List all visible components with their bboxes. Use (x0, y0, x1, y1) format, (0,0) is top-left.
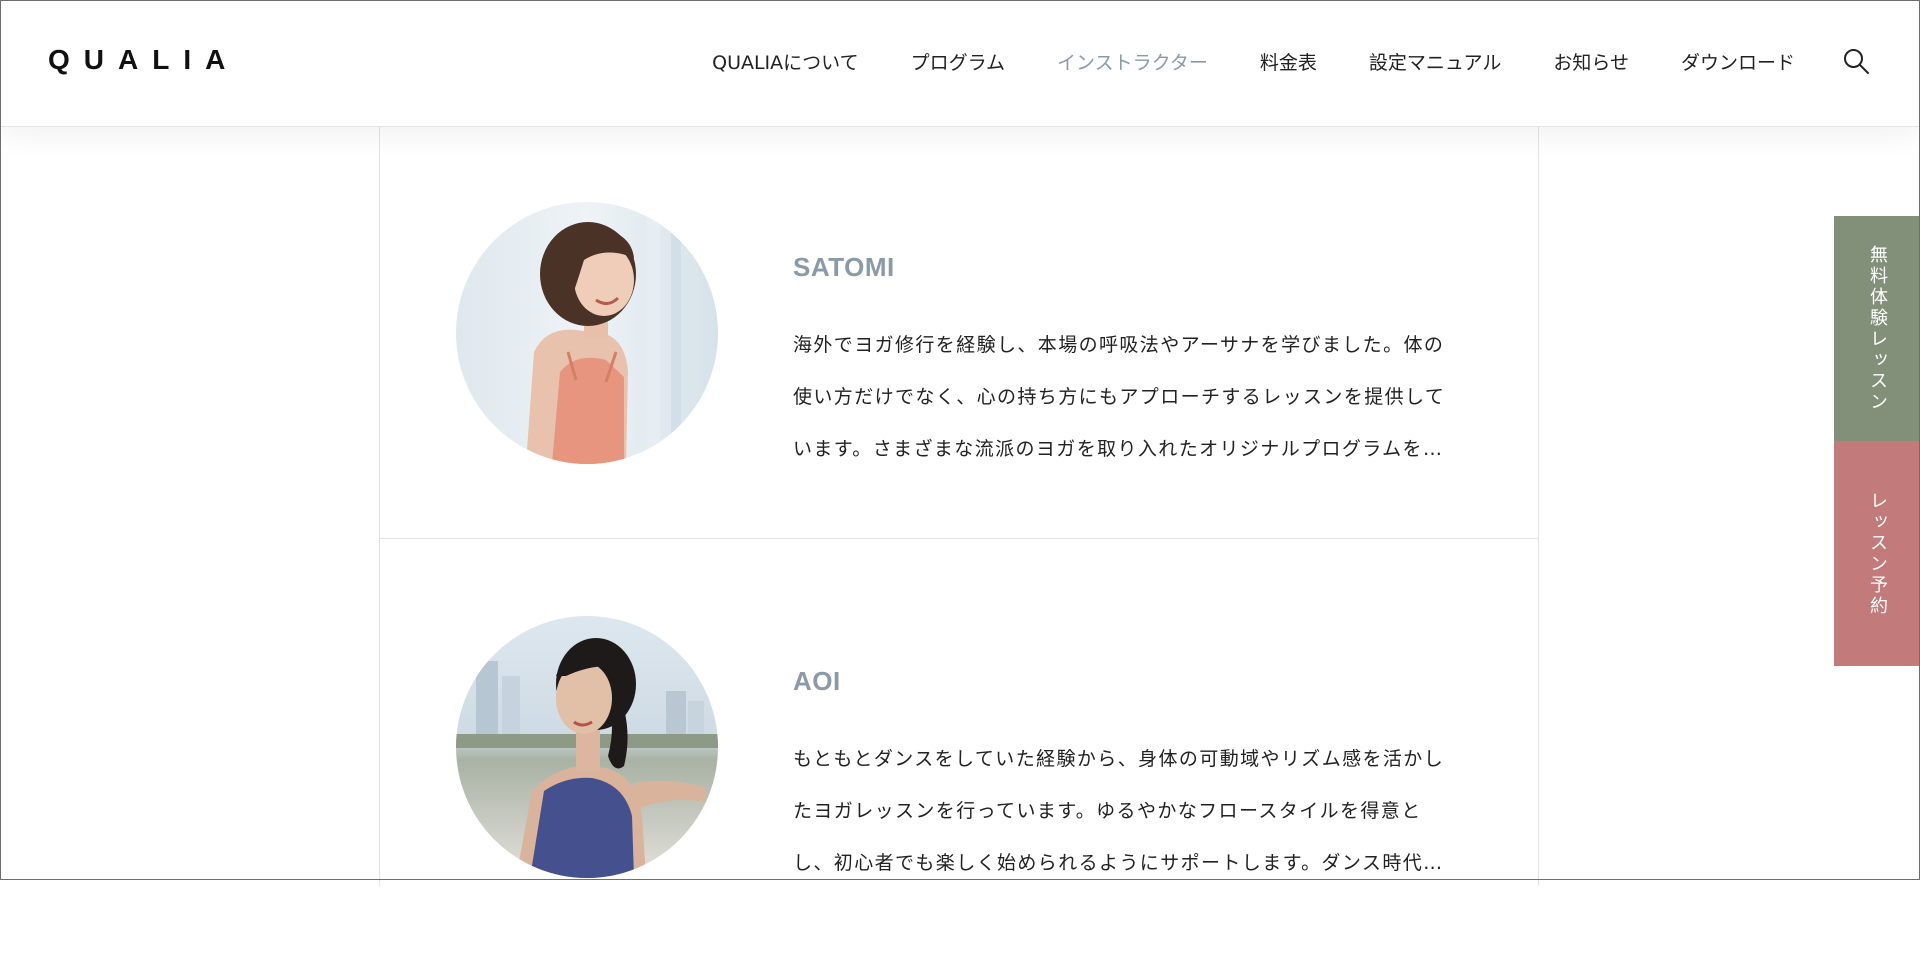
instructor-name: SATOMI (793, 251, 895, 282)
instructor-photo (456, 202, 718, 464)
nav-item-news[interactable]: お知らせ (1553, 48, 1629, 75)
main-nav: QUALIAについて プログラム インストラクター 料金表 設定マニュアル お知… (712, 48, 1795, 75)
free-trial-lesson-tab[interactable]: 無料体験レッスン (1834, 216, 1920, 441)
nav-item-pricing[interactable]: 料金表 (1260, 48, 1317, 75)
free-trial-lesson-label: 無料体験レッスン (1867, 244, 1888, 413)
nav-item-download[interactable]: ダウンロード (1681, 48, 1795, 75)
lesson-reservation-tab[interactable]: レッスン予約 (1834, 441, 1920, 666)
nav-item-instructor[interactable]: インストラクター (1057, 48, 1208, 75)
search-icon[interactable] (1842, 47, 1870, 75)
nav-item-program[interactable]: プログラム (911, 48, 1005, 75)
instructor-bio: もともとダンスをしていた経験から、身体の可動域やリズム感を活かしたヨガレッスンを… (793, 748, 1445, 874)
instructor-bio: 海外でヨガ修行を経験し、本場の呼吸法やアーサナを学びました。体の使い方だけでなく… (793, 334, 1446, 460)
nav-item-manual[interactable]: 設定マニュアル (1369, 48, 1501, 75)
instructor-list: SATOMI 海外でヨガ修行を経験し、本場の呼吸法やアーサナを学びました。体の使… (379, 126, 1539, 886)
lesson-reservation-label: レッスン予約 (1867, 490, 1888, 617)
site-header: QUALIA QUALIAについて プログラム インストラクター 料金表 設定マ… (0, 0, 1920, 127)
nav-item-about[interactable]: QUALIAについて (712, 48, 858, 75)
instructor-card[interactable]: AOI もともとダンスをしていた経験から、身体の可動域やリズム感を活かしたヨガレ… (380, 540, 1538, 953)
instructor-photo (456, 616, 718, 878)
instructor-card[interactable]: SATOMI 海外でヨガ修行を経験し、本場の呼吸法やアーサナを学びました。体の使… (380, 126, 1538, 539)
site-logo[interactable]: QUALIA (48, 44, 239, 76)
instructor-name: AOI (793, 665, 841, 696)
